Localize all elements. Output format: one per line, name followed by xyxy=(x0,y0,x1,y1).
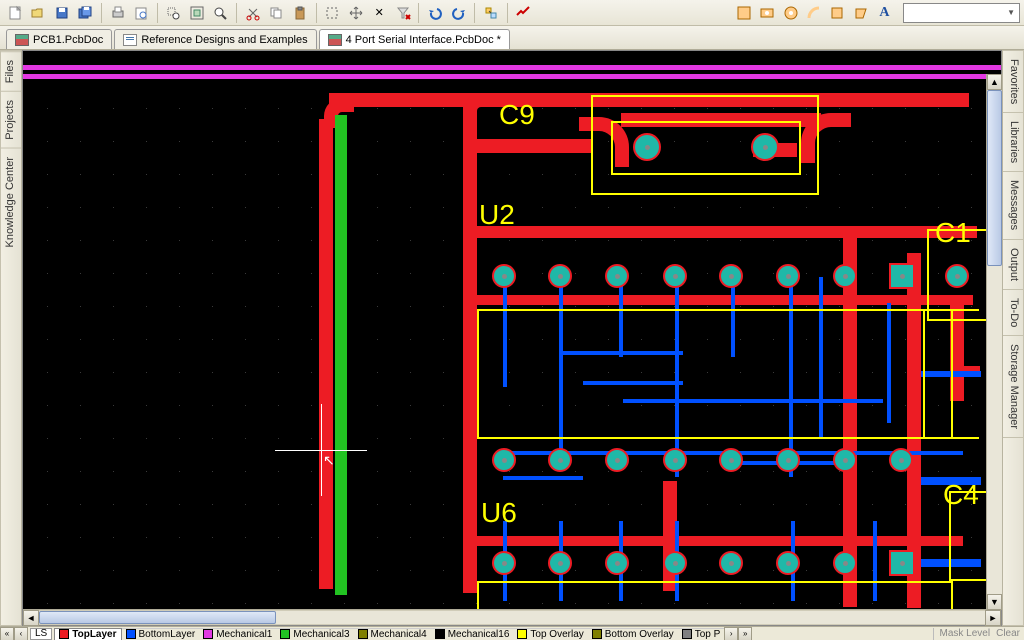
mask-level-button[interactable]: Mask Level xyxy=(940,628,991,639)
rail-storage[interactable]: Storage Manager xyxy=(1003,336,1023,438)
layer-scroll-first[interactable]: « xyxy=(0,627,14,640)
layer-tab-topoverlay[interactable]: Top Overlay xyxy=(513,628,587,640)
pcb-icon xyxy=(328,34,342,46)
layer-set-button[interactable]: LS xyxy=(30,628,52,640)
print-button[interactable] xyxy=(107,2,128,24)
pcb-canvas[interactable]: C9 U2 U6 C1 C4 xyxy=(23,51,1001,609)
layer-tab-bottomoverlay[interactable]: Bottom Overlay xyxy=(588,628,678,640)
rail-knowledge[interactable]: Knowledge Center xyxy=(1,148,21,256)
layer-tab-bottom[interactable]: BottomLayer xyxy=(122,628,200,640)
move-button[interactable] xyxy=(345,2,366,24)
rail-projects[interactable]: Projects xyxy=(1,91,21,148)
zoom-selected-button[interactable] xyxy=(210,2,231,24)
rail-todo[interactable]: To-Do xyxy=(1003,290,1023,336)
tab-pcb1[interactable]: PCB1.PcbDoc xyxy=(6,29,112,49)
layer-scroll-next[interactable]: › xyxy=(724,627,738,640)
select-button[interactable] xyxy=(322,2,343,24)
layer-tabs: « ‹ LS TopLayer BottomLayer Mechanical1 … xyxy=(0,626,1024,640)
horizontal-scrollbar[interactable]: ◄ ► xyxy=(23,609,1001,625)
layer-tab-top[interactable]: TopLayer xyxy=(54,628,121,640)
document-tabs: PCB1.PcbDoc Reference Designs and Exampl… xyxy=(0,26,1024,50)
designator-c4: C4 xyxy=(943,481,979,509)
copy-button[interactable] xyxy=(266,2,287,24)
place-poly-button[interactable] xyxy=(850,2,871,24)
vertical-scrollbar[interactable]: ▲ ▼ xyxy=(986,74,1002,610)
new-button[interactable] xyxy=(4,2,25,24)
layer-tab-mech16[interactable]: Mechanical16 xyxy=(431,628,514,640)
clear-mask-button[interactable]: Clear xyxy=(996,628,1020,639)
right-dock: Favorites Libraries Messages Output To-D… xyxy=(1002,50,1024,626)
rail-messages[interactable]: Messages xyxy=(1003,172,1023,239)
undo-button[interactable] xyxy=(424,2,445,24)
print-preview-button[interactable] xyxy=(130,2,151,24)
tab-4port-serial[interactable]: 4 Port Serial Interface.PcbDoc * xyxy=(319,29,510,49)
deselect-button[interactable]: ✕ xyxy=(368,2,389,24)
save-all-button[interactable] xyxy=(74,2,95,24)
redo-button[interactable] xyxy=(448,2,469,24)
designator-c1: C1 xyxy=(935,219,971,247)
tab-reference-designs[interactable]: Reference Designs and Examples xyxy=(114,29,316,49)
place-string-button[interactable]: A xyxy=(874,2,895,24)
layer-tab-mech3[interactable]: Mechanical3 xyxy=(276,628,353,640)
tab-label: PCB1.PcbDoc xyxy=(33,34,103,46)
place-line-button[interactable] xyxy=(733,2,754,24)
main-toolbar: ✕ A xyxy=(0,0,1024,26)
rail-favorites[interactable]: Favorites xyxy=(1003,51,1023,113)
place-fill-button[interactable] xyxy=(827,2,848,24)
layer-tab-mech1[interactable]: Mechanical1 xyxy=(199,628,276,640)
scroll-left-button[interactable]: ◄ xyxy=(23,610,39,626)
scroll-right-button[interactable]: ► xyxy=(985,610,1001,626)
doc-icon xyxy=(123,34,137,46)
save-button[interactable] xyxy=(51,2,72,24)
cut-button[interactable] xyxy=(242,2,263,24)
place-pad-button[interactable] xyxy=(756,2,777,24)
main-area: Files Projects Knowledge Center xyxy=(0,50,1024,626)
tab-label: Reference Designs and Examples xyxy=(141,34,307,46)
zoom-area-button[interactable] xyxy=(163,2,184,24)
cross-probe-button[interactable] xyxy=(480,2,501,24)
scroll-down-button[interactable]: ▼ xyxy=(987,594,1002,610)
open-button[interactable] xyxy=(27,2,48,24)
designator-u2: U2 xyxy=(479,201,515,229)
rail-files[interactable]: Files xyxy=(1,51,21,91)
left-dock: Files Projects Knowledge Center xyxy=(0,50,22,626)
layer-tab-mech4[interactable]: Mechanical4 xyxy=(354,628,431,640)
tab-label: 4 Port Serial Interface.PcbDoc * xyxy=(346,34,501,46)
zoom-fit-button[interactable] xyxy=(186,2,207,24)
designator-u6: U6 xyxy=(481,499,517,527)
clear-filter-button[interactable] xyxy=(392,2,413,24)
place-arc-button[interactable] xyxy=(803,2,824,24)
rail-output[interactable]: Output xyxy=(1003,240,1023,290)
scroll-up-button[interactable]: ▲ xyxy=(987,74,1002,90)
paste-button[interactable] xyxy=(289,2,310,24)
layer-scroll-prev[interactable]: ‹ xyxy=(14,627,28,640)
browse-button[interactable] xyxy=(513,2,534,24)
place-via-button[interactable] xyxy=(780,2,801,24)
layer-scroll-last[interactable]: » xyxy=(738,627,752,640)
layer-tab-topp[interactable]: Top P xyxy=(678,628,725,640)
pcb-icon xyxy=(15,34,29,46)
pcb-editor: C9 U2 U6 C1 C4 xyxy=(22,50,1002,626)
rail-libraries[interactable]: Libraries xyxy=(1003,113,1023,172)
active-layer-dropdown[interactable] xyxy=(903,3,1020,23)
designator-c9: C9 xyxy=(499,101,535,129)
